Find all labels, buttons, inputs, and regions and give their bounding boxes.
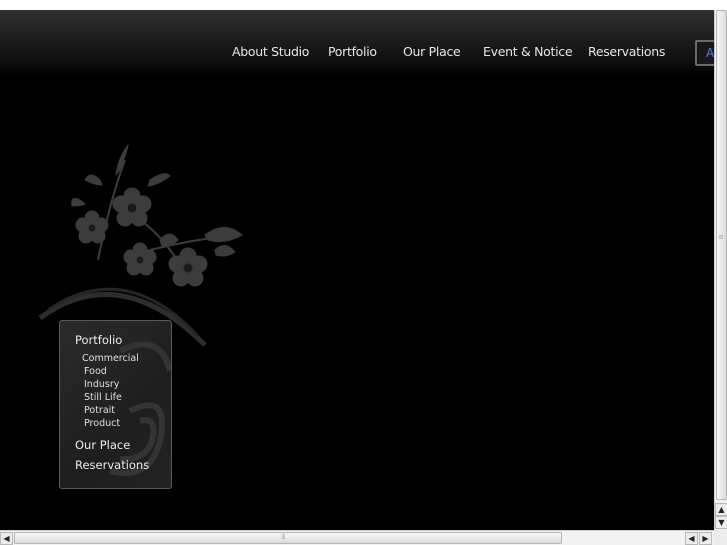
- nav-reservations[interactable]: Reservations: [588, 44, 665, 59]
- submenu-item-potrait[interactable]: Potrait: [84, 405, 115, 416]
- scrollbar-corner: [714, 530, 727, 545]
- submenu-item-product[interactable]: Product: [84, 418, 120, 429]
- nav-our-place[interactable]: Our Place: [403, 44, 461, 59]
- window-top-strip: [0, 0, 727, 10]
- submenu-item-food[interactable]: Food: [84, 366, 107, 377]
- submenu-item-still-life[interactable]: Still Life: [84, 392, 122, 403]
- submenu-panel: Portfolio Commercial Food Indusry Still …: [59, 320, 172, 489]
- submenu-our-place[interactable]: Our Place: [75, 438, 130, 452]
- submenu-reservations[interactable]: Reservations: [75, 458, 149, 472]
- scroll-down-arrow-icon[interactable]: ▼: [715, 516, 727, 529]
- horizontal-scrollbar[interactable]: ◀ ⁞⁞⁞ ◀ ▶: [0, 530, 714, 545]
- horizontal-scroll-thumb[interactable]: ⁞⁞⁞: [14, 532, 562, 544]
- nav-event-notice[interactable]: Event & Notice: [483, 44, 573, 59]
- header-bar: About Studio Portfolio Our Place Event &…: [0, 10, 714, 76]
- scroll-right-arrow-icon[interactable]: ▶: [699, 532, 712, 545]
- grip-icon: ⁞⁞⁞: [281, 533, 286, 541]
- nav-about-studio[interactable]: About Studio: [232, 44, 309, 59]
- scroll-left-arrow-icon[interactable]: ◀: [0, 532, 13, 545]
- scroll-left-arrow-icon[interactable]: ◀: [685, 532, 698, 545]
- submenu-portfolio[interactable]: Portfolio: [75, 333, 122, 347]
- language-button[interactable]: A: [695, 40, 714, 66]
- submenu-item-commercial[interactable]: Commercial: [82, 353, 139, 364]
- scroll-up-arrow-icon[interactable]: ▲: [715, 503, 727, 516]
- vertical-scroll-thumb[interactable]: ≡: [716, 10, 727, 500]
- grip-icon: ≡: [718, 233, 724, 241]
- vertical-scrollbar[interactable]: ≡ ▲ ▼: [714, 10, 727, 530]
- submenu-item-indusry[interactable]: Indusry: [84, 379, 119, 390]
- nav-portfolio[interactable]: Portfolio: [328, 44, 377, 59]
